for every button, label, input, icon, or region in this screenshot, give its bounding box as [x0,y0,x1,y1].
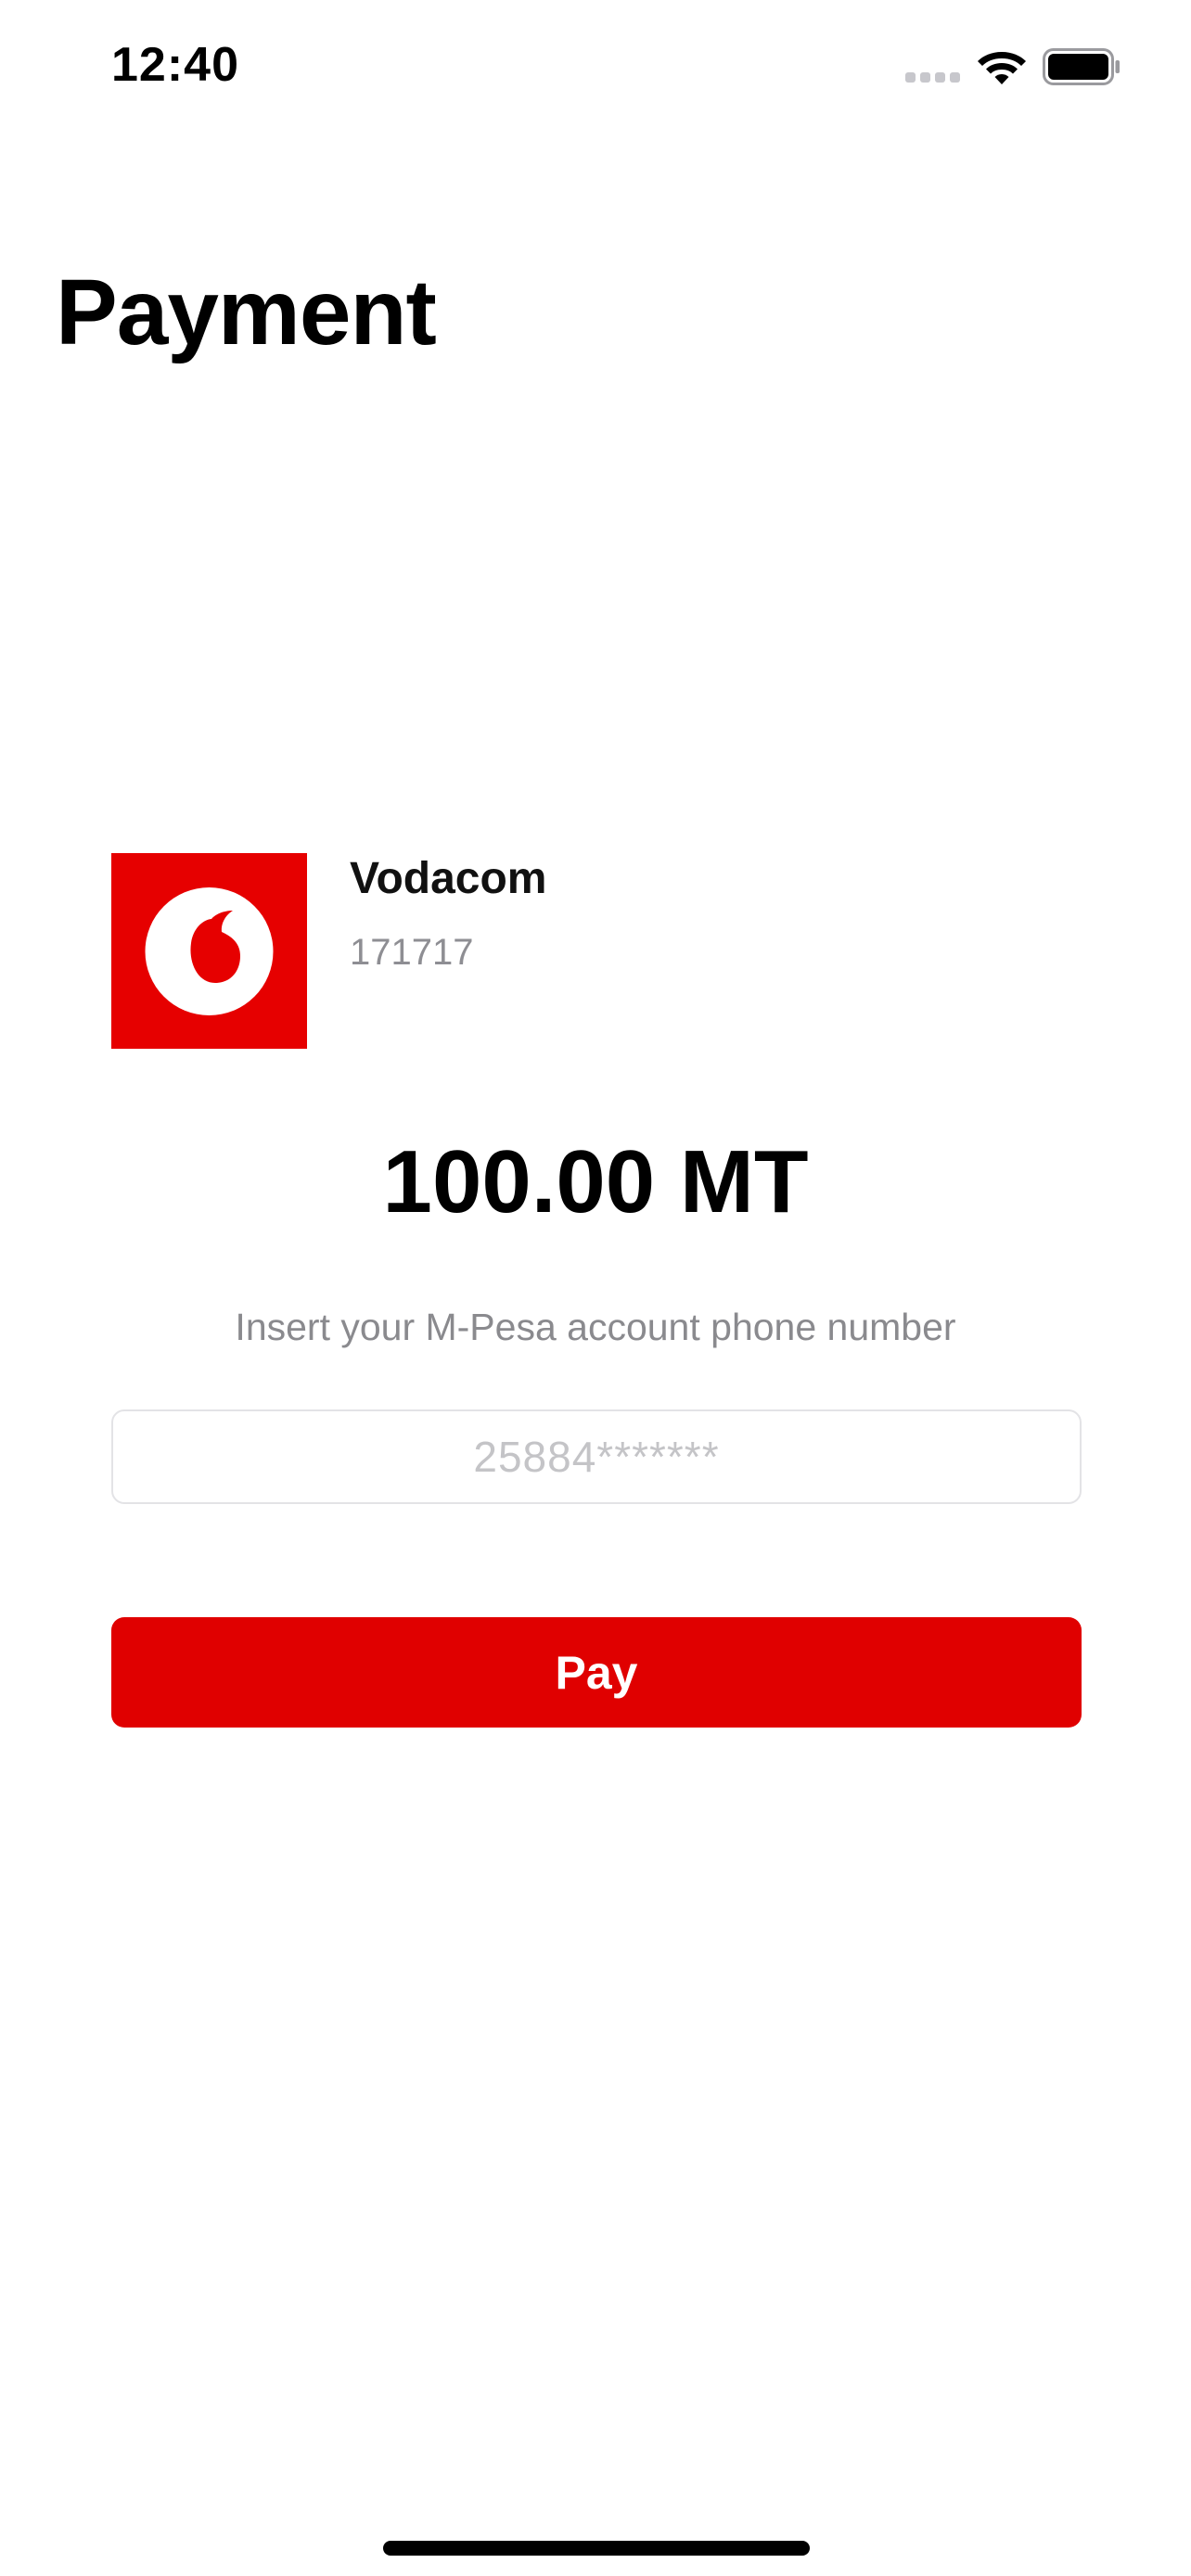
signal-dots-icon [905,72,961,83]
status-bar: 12:40 [0,0,1191,130]
home-indicator[interactable] [383,2541,810,2556]
battery-icon [1043,48,1120,85]
payment-amount: 100.00 MT [382,1132,809,1231]
vodacom-logo [111,853,307,1049]
phone-instruction: Insert your M-Pesa account phone number [235,1306,956,1348]
merchant-name: Vodacom [350,854,547,903]
payment-screen: 12:40 Payment Vodacom 171717 100.00 MT I… [0,0,1191,2576]
merchant-code: 171717 [350,932,474,973]
wifi-icon [978,52,1026,84]
status-time: 12:40 [111,38,239,92]
phone-number-input[interactable] [111,1409,1082,1504]
pay-button[interactable]: Pay [111,1617,1082,1728]
page-title: Payment [56,261,437,364]
